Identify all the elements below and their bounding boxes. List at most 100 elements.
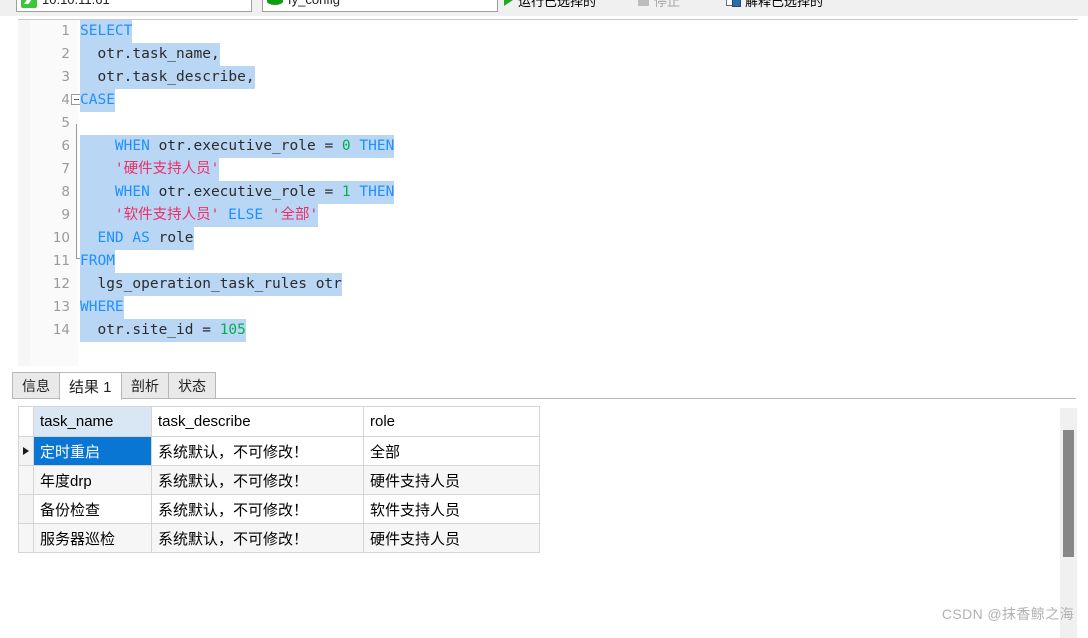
line-number: 3 xyxy=(61,69,70,85)
code-line: 2 otr.task_name, xyxy=(18,43,1078,66)
code-text: otr.task_name, xyxy=(80,43,220,66)
line-number: 14 xyxy=(52,322,70,338)
table-cell[interactable]: 全部 xyxy=(363,436,540,466)
table-cell[interactable]: 系统默认，不可修改！ xyxy=(151,436,364,466)
code-text: otr.task_describe, xyxy=(80,66,255,89)
code-token: END xyxy=(97,230,124,246)
row-marker[interactable] xyxy=(18,436,34,466)
table-cell[interactable]: 系统默认，不可修改！ xyxy=(151,494,364,524)
table-cell[interactable]: 硬件支持人员 xyxy=(363,523,540,553)
code-line: 6 WHEN otr.executive_role = 0 THEN xyxy=(18,135,1078,158)
code-token: otr.executive_role = xyxy=(149,184,342,200)
tab-3[interactable]: 状态 xyxy=(168,372,216,399)
code-token: ELSE xyxy=(228,207,264,223)
tab-label: 状态 xyxy=(178,377,206,394)
run-selected-label: 运行已选择的 xyxy=(518,0,597,9)
watermark: CSDN @抹香鲸之海 xyxy=(941,606,1074,622)
stop-label: 停止 xyxy=(654,0,681,9)
code-line: 1 SELECT xyxy=(18,20,1078,43)
line-number: 2 xyxy=(61,46,70,62)
table-header-row: task_name task_describe role xyxy=(18,406,540,437)
code-text: WHEN otr.executive_role = 0 THEN xyxy=(80,135,395,158)
tab-0[interactable]: 信息 xyxy=(12,372,60,399)
column-header[interactable]: task_describe xyxy=(151,406,364,437)
column-header[interactable]: task_name xyxy=(33,406,152,437)
row-marker[interactable] xyxy=(18,494,34,524)
code-text: SELECT xyxy=(80,20,133,43)
code-text: lgs_operation_task_rules otr xyxy=(80,273,342,296)
table-cell[interactable]: 系统默认，不可修改！ xyxy=(151,523,364,553)
table-row[interactable]: 服务器巡检 系统默认，不可修改！ 硬件支持人员 xyxy=(18,523,540,553)
code-token: '软件支持人员' xyxy=(114,207,220,223)
code-line: 13 WHERE xyxy=(18,296,1078,319)
code-content[interactable]: 1 SELECT 2 otr.task_name, 3 otr.task_descri… xyxy=(18,20,1078,366)
tab-1[interactable]: 结果 1 xyxy=(59,372,122,400)
table-cell[interactable]: 软件支持人员 xyxy=(363,494,540,524)
code-line: 12 lgs_operation_task_rules otr xyxy=(18,273,1078,296)
sql-editor[interactable]: 1 SELECT 2 otr.task_name, 3 otr.task_descri… xyxy=(18,19,1078,366)
code-token: '全部' xyxy=(271,207,319,223)
table-cell[interactable]: 备份检查 xyxy=(33,494,152,524)
table-row[interactable]: 备份检查 系统默认，不可修改！ 软件支持人员 xyxy=(18,494,540,524)
scrollbar-thumb[interactable] xyxy=(1063,430,1074,557)
toolbar: 10.10.11.61 fy_config 运行已选择的 停止 解释已选择的 xyxy=(0,0,1088,16)
explain-selected-label: 解释已选择的 xyxy=(745,0,824,9)
explain-icon xyxy=(726,0,741,7)
code-token: lgs_operation_task_rules otr xyxy=(80,276,342,292)
code-token: THEN xyxy=(359,138,395,154)
code-line: 5 xyxy=(18,112,1078,135)
code-token: 0 xyxy=(341,138,351,154)
connection-combobox[interactable]: 10.10.11.61 xyxy=(16,0,252,12)
row-marker[interactable] xyxy=(18,465,34,495)
line-number: 8 xyxy=(61,184,70,200)
table-row[interactable]: 定时重启 系统默认，不可修改！ 全部 xyxy=(18,436,540,466)
stop-icon xyxy=(638,0,649,6)
table-cell[interactable]: 定时重启 xyxy=(33,436,152,466)
table-row[interactable]: 年度drp 系统默认，不可修改！ 硬件支持人员 xyxy=(18,465,540,495)
table-cell[interactable]: 系统默认，不可修改！ xyxy=(151,465,364,495)
code-token: otr.site_id = xyxy=(80,322,220,338)
code-text: '软件支持人员' ELSE '全部' xyxy=(80,204,319,227)
code-token: FROM xyxy=(80,253,115,269)
code-token: '硬件支持人员' xyxy=(114,161,220,177)
line-number: 1 xyxy=(61,23,70,39)
database-combobox[interactable]: fy_config xyxy=(262,0,498,12)
column-header[interactable]: role xyxy=(363,406,540,437)
code-text: WHERE xyxy=(80,296,124,319)
table-cell[interactable]: 年度drp xyxy=(33,465,152,495)
result-table: task_name task_describe role 定时重启 系统默认，不可修改… xyxy=(18,406,540,553)
code-token: WHEN xyxy=(114,184,150,200)
explain-selected-button[interactable]: 解释已选择的 xyxy=(726,0,823,12)
code-text: '硬件支持人员' xyxy=(80,158,220,181)
result-grid-panel[interactable]: task_name task_describe role 定时重启 系统默认，不可修改… xyxy=(12,399,1076,623)
code-line: 11 FROM xyxy=(18,250,1078,273)
tab-label: 剖析 xyxy=(131,377,159,394)
line-number: 7 xyxy=(61,161,70,177)
database-icon xyxy=(267,0,283,7)
line-number: 11 xyxy=(52,253,70,269)
line-number: 10 xyxy=(52,230,70,246)
code-line: 14 otr.site_id = 105 xyxy=(18,319,1078,342)
code-token: WHEN xyxy=(114,138,150,154)
current-row-arrow-icon xyxy=(23,447,29,455)
code-line: 4 CASE xyxy=(18,89,1078,112)
row-marker-header xyxy=(18,406,34,437)
run-selected-button[interactable]: 运行已选择的 xyxy=(504,0,596,12)
line-number: 6 xyxy=(61,138,70,154)
row-marker[interactable] xyxy=(18,523,34,553)
tab-2[interactable]: 剖析 xyxy=(121,372,169,399)
table-cell[interactable]: 服务器巡检 xyxy=(33,523,152,553)
code-token: AS xyxy=(132,230,150,246)
code-token: SELECT xyxy=(80,23,133,39)
line-number: 4 xyxy=(61,92,70,108)
table-cell[interactable]: 硬件支持人员 xyxy=(363,465,540,495)
code-line: 9 '软件支持人员' ELSE '全部' xyxy=(18,204,1078,227)
connection-label: 10.10.11.61 xyxy=(42,0,110,11)
code-token: otr.executive_role = xyxy=(149,138,342,154)
code-text: END AS role xyxy=(80,227,194,250)
